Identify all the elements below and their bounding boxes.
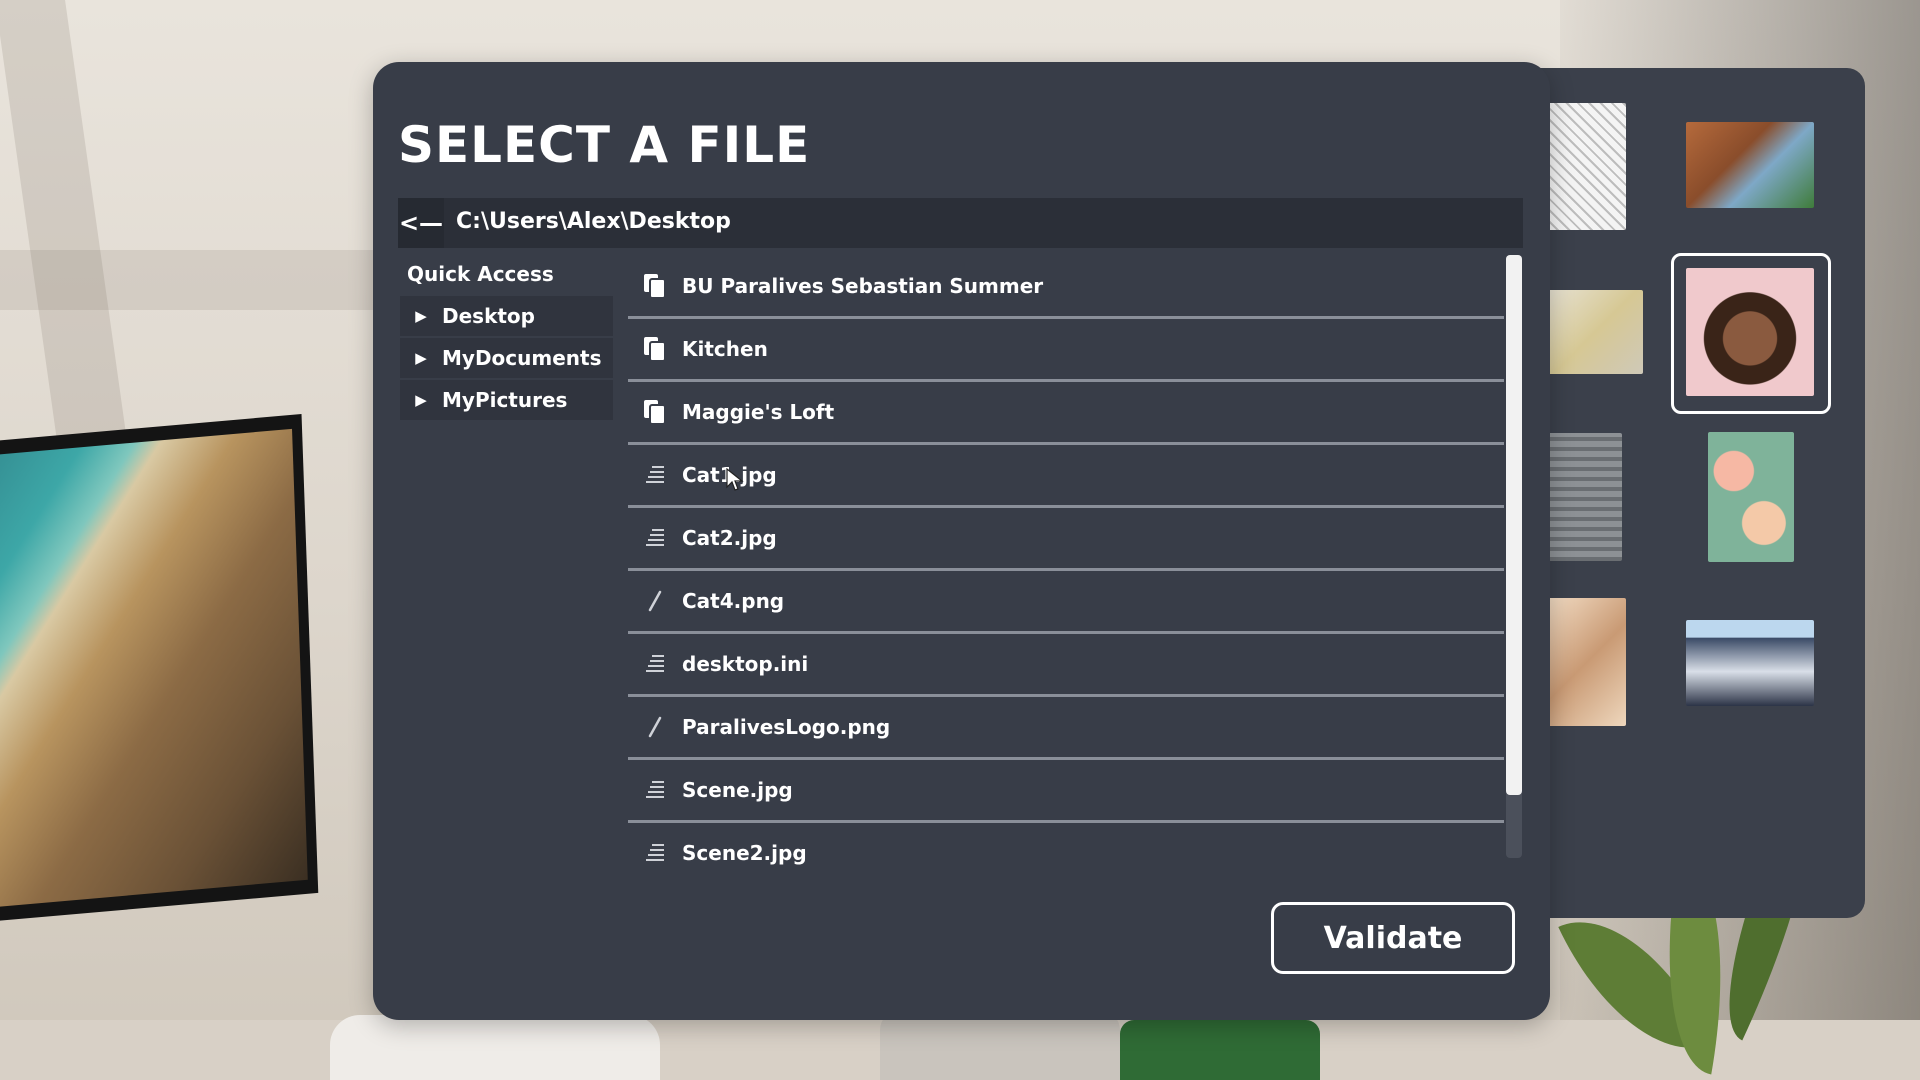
cushion <box>1120 1020 1320 1080</box>
quick-access-label: MyPictures <box>442 388 568 412</box>
scrollbar-thumb[interactable] <box>1506 255 1522 795</box>
file-lines-icon <box>634 838 676 868</box>
file-row[interactable]: Cat4.png <box>628 570 1504 634</box>
file-name: Scene2.jpg <box>682 840 807 865</box>
cushion <box>880 1010 1120 1080</box>
quick-access-label: MyDocuments <box>442 346 602 370</box>
thumbnail-portrait[interactable] <box>1686 268 1814 396</box>
quick-access-item-mypictures[interactable]: ▶ MyPictures <box>400 380 613 420</box>
dialog-title: SELECT A FILE <box>398 116 811 174</box>
quick-access-item-desktop[interactable]: ▶ Desktop <box>400 296 613 336</box>
file-name: Cat2.jpg <box>682 525 777 550</box>
folder-icon <box>634 397 676 427</box>
file-name: desktop.ini <box>682 651 809 676</box>
file-row[interactable]: ParalivesLogo.png <box>628 696 1504 760</box>
triangle-right-icon: ▶ <box>415 349 427 367</box>
file-name: Scene.jpg <box>682 777 793 802</box>
current-path: C:\Users\Alex\Desktop <box>456 209 731 234</box>
thumbnail-sketch[interactable] <box>1548 103 1626 230</box>
file-row[interactable]: BU Paralives Sebastian Summer <box>628 255 1504 319</box>
folder-icon <box>634 334 676 364</box>
file-row[interactable]: Cat2.jpg <box>628 507 1504 571</box>
file-name: ParalivesLogo.png <box>682 714 891 739</box>
triangle-right-icon: ▶ <box>415 307 427 325</box>
thumbnail-blueprint[interactable] <box>1548 433 1622 561</box>
pencil-icon <box>634 712 676 742</box>
thumbnail-sculpture[interactable] <box>1548 598 1626 726</box>
thumbnail-flowers[interactable] <box>1708 432 1794 562</box>
validate-button[interactable]: Validate <box>1271 902 1515 974</box>
file-name: Maggie's Loft <box>682 399 835 424</box>
thumbnail-canyon[interactable] <box>1686 122 1814 208</box>
file-name: Cat4.png <box>682 588 785 613</box>
pencil-icon <box>634 586 676 616</box>
folder-icon <box>634 271 676 301</box>
back-button[interactable]: <— <box>398 198 444 248</box>
wall-shadow <box>0 250 380 310</box>
file-lines-icon <box>634 460 676 490</box>
quick-access-label: Desktop <box>442 304 535 328</box>
file-row[interactable]: Scene.jpg <box>628 759 1504 823</box>
wall-painting <box>0 414 319 926</box>
file-lines-icon <box>634 523 676 553</box>
file-row[interactable]: Scene2.jpg <box>628 822 1504 883</box>
file-row[interactable]: Kitchen <box>628 318 1504 382</box>
thumbnail-building[interactable] <box>1686 620 1814 706</box>
mouse-pointer-icon <box>726 468 744 491</box>
quick-access-item-mydocuments[interactable]: ▶ MyDocuments <box>400 338 613 378</box>
triangle-right-icon: ▶ <box>415 391 427 409</box>
quick-access-heading: Quick Access <box>407 262 554 286</box>
file-lines-icon <box>634 649 676 679</box>
file-row[interactable]: desktop.ini <box>628 633 1504 697</box>
file-list: BU Paralives Sebastian Summer Kitchen Ma… <box>628 255 1506 887</box>
file-row[interactable]: Cat1.jpg <box>628 444 1504 508</box>
coastline-painting <box>0 428 308 912</box>
file-lines-icon <box>634 775 676 805</box>
file-row[interactable]: Maggie's Loft <box>628 381 1504 445</box>
thumbnail-world-map[interactable] <box>1548 290 1643 374</box>
file-name: BU Paralives Sebastian Summer <box>682 273 1044 298</box>
file-name: Kitchen <box>682 336 768 361</box>
cushion <box>330 1015 660 1080</box>
